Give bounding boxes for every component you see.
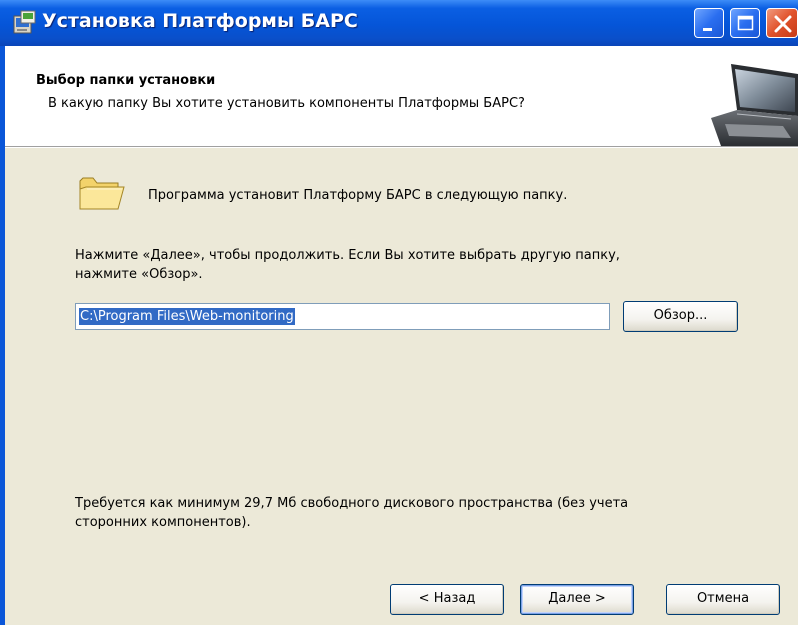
browse-button[interactable]: Обзор...: [623, 301, 738, 332]
install-folder-message: Программа установит Платформу БАРС в сле…: [148, 188, 568, 203]
installer-window: Установка Платформы БАРС Выбор папки уст…: [0, 0, 798, 625]
instruction-text: Нажмите «Далее», чтобы продолжить. Если …: [75, 246, 755, 284]
wizard-header: Выбор папки установки В какую папку Вы х…: [5, 46, 798, 146]
next-button[interactable]: Далее >: [520, 584, 634, 615]
requirement-line-1: Требуется как минимум 29,7 Мб свободного…: [75, 496, 629, 511]
page-title: Выбор папки установки: [36, 73, 216, 88]
maximize-button[interactable]: [730, 8, 760, 38]
page-subtitle: В какую папку Вы хотите установить компо…: [48, 96, 525, 111]
title-bar[interactable]: Установка Платформы БАРС: [0, 0, 798, 46]
close-icon: [774, 15, 792, 33]
instruction-line-2: нажмите «Обзор».: [75, 267, 203, 282]
cancel-button[interactable]: Отмена: [666, 584, 780, 615]
minimize-icon: [703, 28, 712, 31]
back-button[interactable]: < Назад: [390, 584, 504, 615]
disk-space-requirement: Требуется как минимум 29,7 Мб свободного…: [75, 494, 765, 532]
instruction-line-1: Нажмите «Далее», чтобы продолжить. Если …: [75, 248, 620, 263]
laptop-icon: [711, 64, 798, 146]
requirement-line-2: сторонних компонентов).: [75, 515, 251, 530]
minimize-button[interactable]: [694, 8, 724, 38]
maximize-icon: [737, 15, 754, 31]
install-path-value: C:\Program Files\Web-monitoring: [79, 308, 295, 325]
window-title: Установка Платформы БАРС: [42, 10, 358, 32]
install-path-input[interactable]: C:\Program Files\Web-monitoring: [75, 303, 610, 330]
installer-app-icon: [13, 10, 36, 34]
close-button[interactable]: [766, 8, 798, 38]
wizard-body: Программа установит Платформу БАРС в сле…: [5, 148, 798, 625]
folder-icon: [79, 177, 125, 210]
